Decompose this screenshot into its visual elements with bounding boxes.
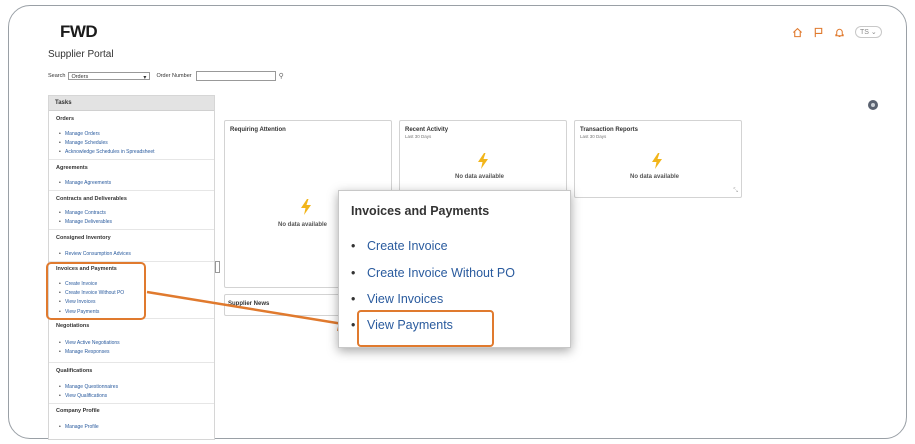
divider (49, 190, 214, 191)
divider (49, 159, 214, 160)
lightning-icon (301, 199, 311, 215)
transaction-reports-card: Transaction Reports Last 30 Days No data… (574, 120, 742, 198)
task-manage-schedules[interactable]: Manage Schedules (59, 140, 108, 146)
task-acknowledge-schedules[interactable]: Acknowledge Schedules in Spreadsheet (59, 149, 154, 155)
chevron-down-icon: ▾ (143, 75, 147, 81)
empty-state-text: No data available (630, 174, 680, 180)
section-company-profile: Company Profile (56, 408, 100, 414)
card-title: Requiring Attention (230, 127, 286, 133)
task-manage-responses[interactable]: Manage Responses (59, 349, 110, 355)
highlight-box-view-payments (357, 310, 494, 347)
user-avatar[interactable]: TS ⌄ (855, 26, 882, 38)
section-agreements: Agreements (56, 165, 88, 171)
section-orders: Orders (56, 116, 75, 122)
divider (49, 229, 214, 230)
highlight-box-tasks (46, 262, 146, 320)
fwd-logo: FWD (60, 22, 98, 41)
section-contracts: Contracts and Deliverables (56, 196, 127, 202)
search-type-value: Orders (71, 74, 89, 80)
search-bar: Search Orders ▾ Order Number ⚲ (48, 71, 284, 81)
section-negotiations: Negotiations (56, 323, 90, 329)
callout-view-invoices[interactable]: View Invoices (351, 292, 443, 306)
task-manage-agreements[interactable]: Manage Agreements (59, 180, 111, 186)
task-manage-orders[interactable]: Manage Orders (59, 131, 100, 137)
divider (49, 362, 214, 363)
divider (49, 403, 214, 404)
task-manage-deliverables[interactable]: Manage Deliverables (59, 219, 112, 225)
empty-state-text: No data available (455, 174, 505, 180)
task-manage-profile[interactable]: Manage Profile (59, 424, 99, 430)
order-number-input[interactable] (195, 71, 276, 81)
empty-state-text: No data available (278, 222, 328, 228)
task-manage-contracts[interactable]: Manage Contracts (59, 210, 106, 216)
lightning-icon (478, 153, 488, 169)
card-title: Recent Activity (405, 127, 449, 133)
avatar-initials: TS (860, 29, 869, 36)
task-view-qualifications[interactable]: View Qualifications (59, 393, 107, 399)
panel-collapse-handle[interactable] (215, 261, 220, 273)
recent-activity-card: Recent Activity Last 30 Days No data ava… (399, 120, 567, 195)
flag-icon[interactable] (813, 27, 824, 38)
card-subtitle: Last 30 Days (405, 134, 432, 139)
page-title: Supplier Portal (48, 49, 114, 60)
home-icon[interactable] (792, 27, 803, 38)
card-subtitle: Last 30 Days (580, 134, 607, 139)
callout-create-invoice[interactable]: Create Invoice (351, 239, 448, 253)
bell-icon[interactable] (834, 27, 845, 38)
chevron-down-icon: ⌄ (870, 29, 877, 36)
task-manage-questionnaires[interactable]: Manage Questionnaires (59, 384, 118, 390)
search-label: Search (48, 73, 66, 79)
callout-title: Invoices and Payments (351, 204, 490, 218)
resize-handle-icon[interactable]: ⤡ (733, 188, 738, 195)
task-view-active-negotiations[interactable]: View Active Negotiations (59, 340, 120, 346)
callout-create-invoice-without-po[interactable]: Create Invoice Without PO (351, 266, 515, 280)
supplier-news-title: Supplier News (228, 301, 270, 307)
search-type-select[interactable]: Orders ▾ (68, 72, 151, 81)
section-qualifications: Qualifications (56, 368, 93, 374)
search-icon[interactable]: ⚲ (279, 72, 284, 80)
order-number-label: Order Number (156, 73, 192, 79)
task-review-consumption-advices[interactable]: Review Consumption Advices (59, 251, 131, 257)
header-icons: TS ⌄ (792, 26, 882, 38)
tasks-header: Tasks (49, 96, 214, 111)
card-title: Transaction Reports (580, 127, 639, 133)
lightning-icon (652, 153, 662, 169)
help-icon[interactable] (868, 100, 878, 110)
section-consigned-inventory: Consigned Inventory (56, 235, 111, 241)
